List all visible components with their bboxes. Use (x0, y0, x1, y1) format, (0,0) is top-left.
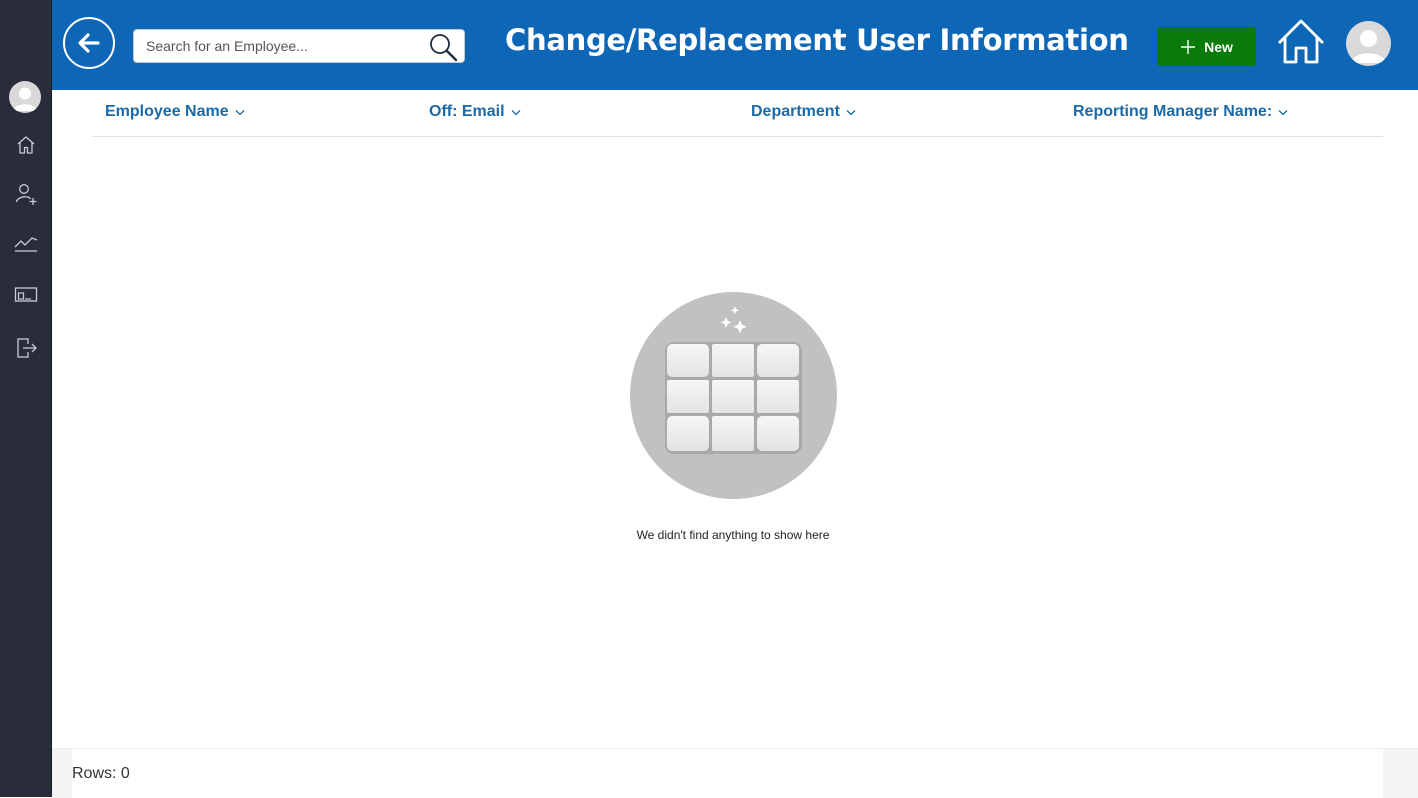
nav-rail (0, 0, 52, 797)
sidebar-item-add-user[interactable] (13, 181, 39, 207)
chevron-down-icon (846, 109, 856, 115)
back-button[interactable] (63, 17, 115, 69)
footer: Rows: 0 (52, 748, 1418, 798)
table-header: Employee Name Off: Email Department Repo… (92, 91, 1383, 137)
empty-state-message: We didn't find anything to show here (636, 528, 830, 542)
row-count: Rows: 0 (72, 765, 130, 782)
column-label: Department (751, 103, 840, 120)
plus-icon (1181, 39, 1196, 54)
add-user-icon (15, 184, 37, 205)
column-header-email[interactable]: Off: Email (429, 103, 521, 121)
new-button[interactable]: New (1157, 27, 1256, 66)
new-button-label: New (1204, 38, 1233, 55)
column-header-reporting-manager[interactable]: Reporting Manager Name: (1073, 103, 1288, 121)
person-silhouette-icon (1351, 30, 1386, 63)
home-icon (17, 136, 35, 154)
footer-panel: Rows: 0 (72, 749, 1383, 798)
column-header-employee-name[interactable]: Employee Name (105, 103, 245, 121)
sidebar-item-sign-out[interactable] (13, 335, 39, 361)
trend-chart-icon (14, 237, 38, 252)
person-silhouette-icon (13, 87, 37, 111)
column-label: Reporting Manager Name: (1073, 103, 1273, 120)
back-arrow-icon (78, 33, 100, 53)
chevron-down-icon (1278, 109, 1288, 115)
home-button[interactable] (1276, 17, 1326, 72)
column-header-department[interactable]: Department (751, 103, 856, 121)
column-label: Employee Name (105, 103, 229, 120)
sidebar-item-display[interactable] (13, 282, 39, 308)
empty-grid-icon (665, 306, 802, 454)
home-icon (1278, 19, 1324, 64)
header-bar: Change/Replacement User Information New (52, 0, 1418, 90)
profile-avatar[interactable] (1346, 21, 1391, 66)
sidebar-item-home[interactable] (13, 132, 39, 158)
chevron-down-icon (235, 109, 245, 115)
search-icon[interactable] (426, 31, 460, 68)
search-box (133, 29, 465, 63)
empty-state-illustration (630, 292, 837, 499)
display-icon (14, 287, 38, 302)
search-input[interactable] (134, 30, 424, 62)
user-avatar[interactable] (9, 81, 41, 113)
sign-out-icon (17, 338, 37, 358)
sidebar-item-trend[interactable] (13, 230, 39, 256)
column-label: Off: Email (429, 103, 505, 120)
page-title: Change/Replacement User Information (505, 23, 1129, 57)
chevron-down-icon (511, 109, 521, 115)
